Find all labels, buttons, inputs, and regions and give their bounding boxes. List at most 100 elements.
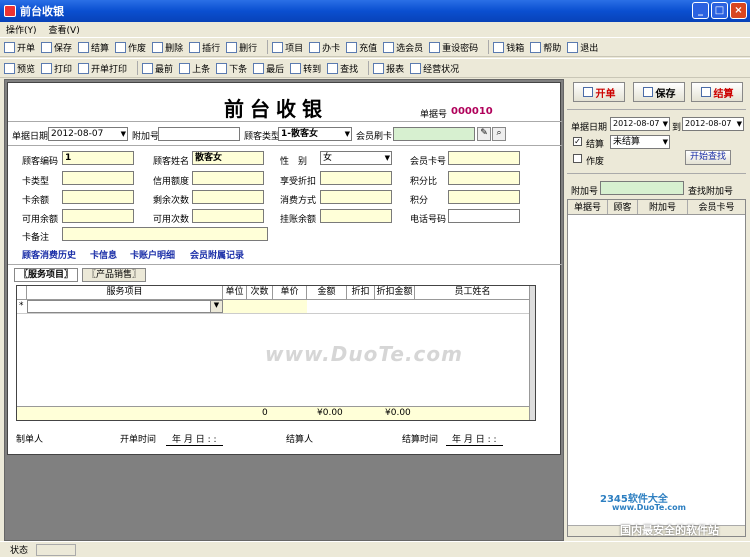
close-button[interactable]: × (730, 2, 747, 19)
swipe-card-icon[interactable]: ✎ (477, 127, 491, 141)
on-account-input[interactable] (320, 209, 392, 223)
total-amount: ¥0.00 (317, 408, 343, 418)
cash-box-button[interactable]: 钱箱 (493, 41, 524, 54)
start-search-button[interactable]: 开始查找 (685, 150, 731, 165)
col-disc-amount: 折扣金额 (375, 286, 415, 300)
link-card-info[interactable]: 卡信息 (90, 248, 117, 261)
remaining-times-label: 剩余次数 (153, 196, 190, 206)
open-print-icon (78, 62, 90, 74)
member-card-input[interactable] (393, 127, 475, 141)
side-checkout-button[interactable]: 结算 (691, 82, 743, 102)
card-type-input[interactable] (62, 171, 134, 185)
chevron-down-icon[interactable]: ▼ (210, 301, 222, 312)
menu-view[interactable]: 查看(V) (49, 23, 80, 36)
cust-name-input[interactable]: 散客女 (192, 151, 264, 165)
maximize-button[interactable]: □ (711, 2, 728, 19)
select-member-button[interactable]: 选会员 (383, 41, 423, 54)
points-input[interactable] (448, 190, 520, 204)
find-icon (327, 62, 339, 74)
side-date-from[interactable]: 2012-08-07 (610, 117, 670, 131)
card-button[interactable]: 办卡 (309, 41, 340, 54)
tab-service-items[interactable]: 〖服务项目〗 (14, 268, 79, 282)
credit-input[interactable] (192, 171, 264, 185)
side-list-header: 单据号 顾客 附加号 会员卡号 (568, 200, 745, 215)
void-label: 作废 (586, 157, 605, 167)
insert-row-button[interactable]: 插行 (189, 41, 220, 54)
menu-operate[interactable]: 操作(Y) (6, 23, 37, 36)
maker-label: 制单人 (16, 435, 44, 445)
new-button[interactable]: 开单 (4, 41, 35, 54)
remaining-times-input[interactable] (192, 190, 264, 204)
toolbar-separator (368, 61, 370, 75)
row-yellow-cells[interactable] (223, 300, 307, 313)
status-text: 状态 (10, 546, 29, 556)
help-button[interactable]: 帮助 (530, 41, 561, 54)
points-ratio-input[interactable] (448, 171, 520, 185)
save-button[interactable]: 保存 (41, 41, 72, 54)
grid-scrollbar[interactable] (529, 286, 535, 420)
col-bill-no: 单据号 (568, 200, 608, 214)
side-date-to[interactable]: 2012-08-07 (682, 117, 744, 131)
find-extra-label[interactable]: 查找附加号 (688, 184, 733, 197)
preview-button[interactable]: 预览 (4, 62, 35, 75)
checkout-time-value: 年 月 日 : : (446, 432, 503, 446)
card-note-input[interactable] (62, 227, 268, 241)
void-button[interactable]: 作废 (115, 41, 146, 54)
link-member-records[interactable]: 会员附属记录 (190, 248, 244, 261)
next-button[interactable]: 下条 (216, 62, 247, 75)
total-disc-amount: ¥0.00 (385, 408, 411, 418)
phone-label: 电话号码 (410, 215, 447, 225)
insert-row-icon (189, 41, 201, 53)
side-save-button[interactable]: 保存 (633, 82, 685, 102)
delete-button[interactable]: 删除 (152, 41, 183, 54)
avail-times-input[interactable] (192, 209, 264, 223)
bill-date-picker[interactable]: 2012-08-07 (48, 127, 128, 141)
bill-form: 前台收银 单据号 000010 单据日期 2012-08-07 附加号 顾客类型… (7, 82, 562, 455)
gender-select[interactable]: 女 (320, 151, 392, 165)
card-balance-input[interactable] (62, 190, 134, 204)
extra-no-input[interactable] (158, 127, 240, 141)
discount-input[interactable] (320, 171, 392, 185)
delete-row-button[interactable]: 删行 (226, 41, 257, 54)
item-button[interactable]: 项目 (272, 41, 303, 54)
reset-password-button[interactable]: 重设密码 (429, 41, 478, 54)
search-icon[interactable]: ⌕ (492, 127, 506, 141)
side-new-button[interactable]: 开单 (573, 82, 625, 102)
consume-mode-input[interactable] (320, 190, 392, 204)
checkout-status-select[interactable]: 未结算 (610, 135, 670, 149)
minimize-button[interactable]: _ (692, 2, 709, 19)
avail-balance-input[interactable] (62, 209, 134, 223)
service-item-select[interactable]: ▼ (27, 300, 223, 313)
cust-type-select[interactable]: 1-散客女 (278, 127, 352, 141)
link-consume-history[interactable]: 顾客消费历史 (22, 248, 76, 261)
cust-code-input[interactable]: 1 (62, 151, 134, 165)
recharge-button[interactable]: 充值 (346, 41, 377, 54)
print-button[interactable]: 打印 (41, 62, 72, 75)
avail-times-label: 可用次数 (153, 215, 190, 225)
open-print-button[interactable]: 开单打印 (78, 62, 127, 75)
cust-name-label: 顾客姓名 (153, 157, 190, 167)
report-button[interactable]: 报表 (373, 62, 404, 75)
checkout-check-label: 结算 (586, 140, 605, 150)
first-button[interactable]: 最前 (142, 62, 173, 75)
link-card-account[interactable]: 卡账户明细 (130, 248, 175, 261)
last-button[interactable]: 最后 (253, 62, 284, 75)
tab-product-sales[interactable]: 〖产品销售〗 (82, 268, 147, 282)
business-status-icon (410, 62, 422, 74)
side-extra-input[interactable] (600, 181, 684, 195)
divider (567, 173, 746, 174)
prev-button[interactable]: 上条 (179, 62, 210, 75)
exit-button[interactable]: 退出 (567, 41, 598, 54)
goto-button[interactable]: 转到 (290, 62, 321, 75)
find-button[interactable]: 查找 (327, 62, 358, 75)
phone-input[interactable] (448, 209, 520, 223)
checkout-button[interactable]: 结算 (78, 41, 109, 54)
new-icon (4, 41, 15, 53)
member-no-input[interactable] (448, 151, 520, 165)
checkout-checkbox[interactable]: ✓ (573, 137, 582, 146)
business-status-button[interactable]: 经营状况 (410, 62, 459, 75)
void-checkbox[interactable] (573, 154, 582, 163)
date-label: 单据日期 (12, 132, 49, 142)
window-title: 前台收银 (20, 5, 64, 18)
table-row[interactable]: * ▼ (17, 300, 531, 314)
